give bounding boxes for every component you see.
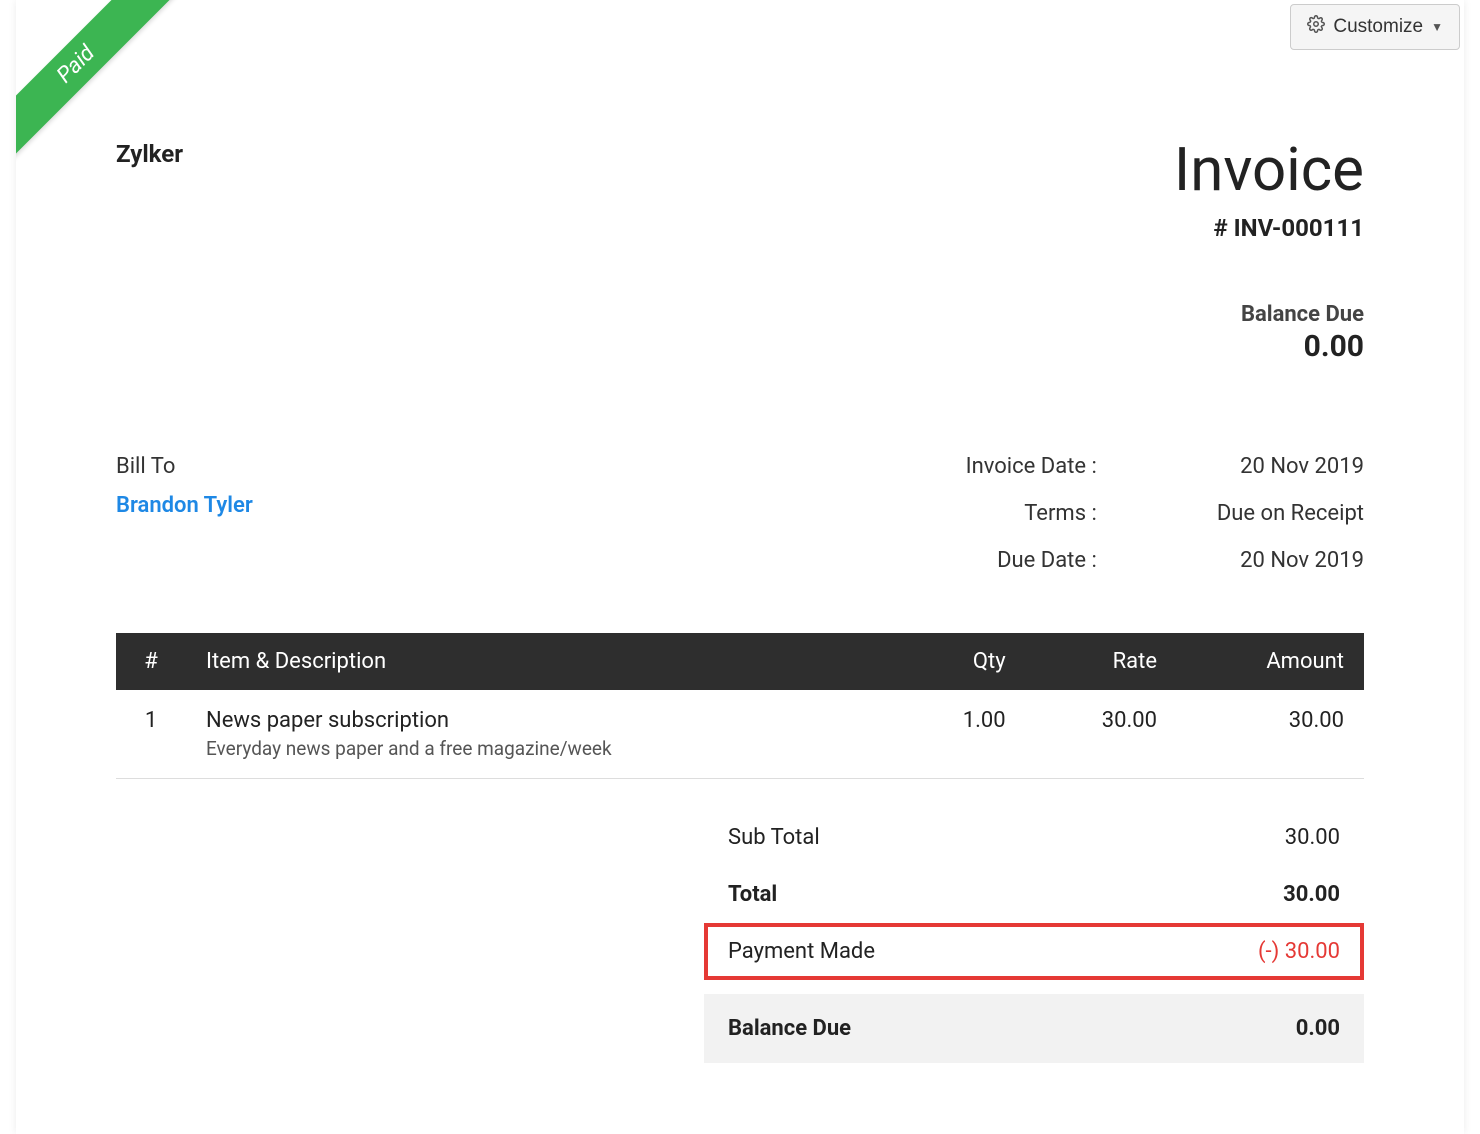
customize-label: Customize xyxy=(1333,16,1423,38)
col-qty: Qty xyxy=(894,633,1026,690)
chevron-down-icon: ▼ xyxy=(1431,20,1443,34)
balance-due-amount: 0.00 xyxy=(1174,329,1364,364)
header-row: Zylker Invoice # INV-000111 Balance Due … xyxy=(116,140,1364,364)
meta-table: Invoice Date : 20 Nov 2019 Terms : Due o… xyxy=(966,454,1364,573)
row-qty: 1.00 xyxy=(894,690,1026,779)
subtotal-row: Sub Total 30.00 xyxy=(704,809,1364,866)
terms-label: Terms : xyxy=(966,501,1097,526)
totals-block: Sub Total 30.00 Total 30.00 Payment Made… xyxy=(116,809,1364,1063)
paid-ribbon: Paid xyxy=(16,0,196,180)
subtotal-label: Sub Total xyxy=(728,825,820,850)
balance-due-label: Balance Due xyxy=(1174,302,1364,327)
terms-value: Due on Receipt xyxy=(1217,501,1364,526)
balance-label: Balance Due xyxy=(728,1016,851,1041)
item-desc: Everyday news paper and a free magazine/… xyxy=(206,737,874,760)
col-item: Item & Description xyxy=(186,633,894,690)
item-name: News paper subscription xyxy=(206,708,874,733)
invoice-date-value: 20 Nov 2019 xyxy=(1217,454,1364,479)
col-num: # xyxy=(116,633,186,690)
due-date-label: Due Date : xyxy=(966,548,1097,573)
table-row: 1 News paper subscription Everyday news … xyxy=(116,690,1364,779)
invoice-title: Invoice xyxy=(1174,140,1364,200)
col-amount: Amount xyxy=(1177,633,1364,690)
items-table: # Item & Description Qty Rate Amount 1 N… xyxy=(116,633,1364,779)
balance-row: Balance Due 0.00 xyxy=(704,994,1364,1063)
invoice-content: Zylker Invoice # INV-000111 Balance Due … xyxy=(16,0,1464,1103)
payment-made-row: Payment Made (-) 30.00 xyxy=(704,923,1364,980)
paid-status: Paid xyxy=(16,0,182,171)
payment-label: Payment Made xyxy=(728,939,875,964)
total-label: Total xyxy=(728,882,777,907)
invoice-number: # INV-000111 xyxy=(1174,214,1364,242)
row-rate: 30.00 xyxy=(1026,690,1177,779)
balance-value: 0.00 xyxy=(1296,1016,1340,1041)
row-amount: 30.00 xyxy=(1177,690,1364,779)
row-item: News paper subscription Everyday news pa… xyxy=(186,690,894,779)
due-date-value: 20 Nov 2019 xyxy=(1217,548,1364,573)
gear-icon xyxy=(1307,15,1325,39)
billto-label: Bill To xyxy=(116,454,253,479)
invoice-page: Paid Customize ▼ Zylker Invoice # INV-00… xyxy=(16,0,1464,1134)
col-rate: Rate xyxy=(1026,633,1177,690)
billto-name-link[interactable]: Brandon Tyler xyxy=(116,493,253,518)
mid-row: Bill To Brandon Tyler Invoice Date : 20 … xyxy=(116,454,1364,573)
invoice-date-label: Invoice Date : xyxy=(966,454,1097,479)
row-num: 1 xyxy=(116,690,186,779)
table-header-row: # Item & Description Qty Rate Amount xyxy=(116,633,1364,690)
customize-button[interactable]: Customize ▼ xyxy=(1290,4,1460,50)
subtotal-value: 30.00 xyxy=(1285,825,1340,850)
billto-block: Bill To Brandon Tyler xyxy=(116,454,253,573)
total-row: Total 30.00 xyxy=(704,866,1364,923)
invoice-block: Invoice # INV-000111 Balance Due 0.00 xyxy=(1174,140,1364,364)
total-value: 30.00 xyxy=(1283,882,1340,907)
payment-value: (-) 30.00 xyxy=(1258,939,1340,964)
